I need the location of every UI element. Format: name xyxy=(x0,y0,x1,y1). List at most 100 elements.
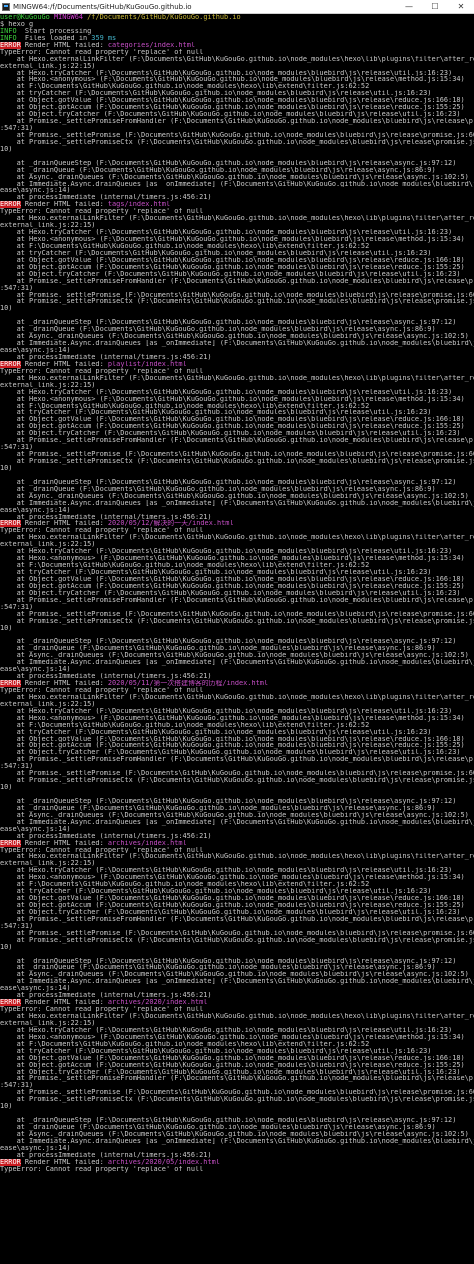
line-text: at processImmediate (internal/timers.js:… xyxy=(0,194,212,202)
terminal-line: at _drainQueue (F:\Documents\GitHub\KuGo… xyxy=(0,964,474,971)
line-text: 10) xyxy=(0,784,13,791)
error-badge: ERROR xyxy=(0,999,21,1007)
line-text: external_link.js:22:15) xyxy=(0,541,96,549)
terminal-line: at _drainQueueStep (F:\Documents\GitHub\… xyxy=(0,798,474,805)
terminal-line: external_link.js:22:15) xyxy=(0,382,474,389)
info-tag: INFO xyxy=(0,34,17,42)
line-text: at F:\Documents\GitHub\KuGouGo.github.io… xyxy=(0,721,370,729)
terminal-line: at Object.tryCatcher (F:\Documents\GitHu… xyxy=(0,111,474,118)
terminal-line: at tryCatcher (F:\Documents\GitHub\KuGou… xyxy=(0,729,474,736)
terminal-line: :547:31) xyxy=(0,1082,474,1089)
terminal-line: ease\async.js:14) xyxy=(0,507,474,514)
terminal-line: at Promise._settlePromiseFromHandler (F:… xyxy=(0,437,474,444)
terminal-line: at Object.tryCatcher (F:\Documents\GitHu… xyxy=(0,271,474,278)
line-text: at Hexo.tryCatcher (F:\Documents\GitHub\… xyxy=(0,548,453,556)
error-badge: ERROR xyxy=(0,360,21,368)
line-text: Render HTML failed: xyxy=(20,360,108,368)
terminal-line: TypeError: Cannot read property 'replace… xyxy=(0,49,474,56)
terminal-line: at Promise._settlePromiseCtx (F:\Documen… xyxy=(0,298,474,305)
line-text: at Object.gotAccum (F:\Documents\GitHub\… xyxy=(0,104,465,112)
line-text: at Object.gotValue (F:\Documents\GitHub\… xyxy=(0,895,465,902)
line-text: at Object.tryCatcher (F:\Documents\GitHu… xyxy=(0,1068,461,1076)
line-text: at Object.tryCatcher (F:\Documents\GitHu… xyxy=(0,270,461,278)
line-text: at Promise._settlePromise (F:\Documents\… xyxy=(0,929,474,937)
line-text: external_link.js:22:15) xyxy=(0,222,96,230)
line-text: at tryCatcher (F:\Documents\GitHub\KuGou… xyxy=(0,90,432,98)
line-text: :547:31) xyxy=(0,603,34,611)
terminal-line: at Promise._settlePromiseCtx (F:\Documen… xyxy=(0,777,474,784)
line-text: at Hexo.<anonymous> (F:\Documents\GitHub… xyxy=(0,1033,465,1041)
line-text: at Promise._settlePromiseCtx (F:\Documen… xyxy=(0,138,474,146)
line-text: at Promise._settlePromiseCtx (F:\Documen… xyxy=(0,458,474,465)
terminal-line: at Async._drainQueues (F:\Documents\GitH… xyxy=(0,652,474,659)
line-text: at Async._drainQueues (F:\Documents\GitH… xyxy=(0,811,469,819)
line-text: at _drainQueueStep (F:\Documents\GitHub\… xyxy=(0,478,457,486)
terminal-line: INFO Start processing xyxy=(0,28,474,35)
terminal-line: at Hexo.externalLinkFilter (F:\Documents… xyxy=(0,1013,474,1020)
terminal-line: external_link.js:22:15) xyxy=(0,222,474,229)
line-text: 10) xyxy=(0,145,13,153)
line-text: at _drainQueue (F:\Documents\GitHub\KuGo… xyxy=(0,645,436,653)
failed-file-path: playlist/index.html xyxy=(107,360,187,368)
terminal-line: at processImmediate (internal/timers.js:… xyxy=(0,833,474,840)
prompt-env: MINGW64 xyxy=(53,14,83,21)
terminal-line: at Promise._settlePromise (F:\Documents\… xyxy=(0,930,474,937)
terminal-line: ERROR Render HTML failed: playlist/index… xyxy=(0,360,474,368)
failed-file-path: archives/index.html xyxy=(107,839,187,847)
terminal-line: TypeError: Cannot read property 'replace… xyxy=(0,527,474,534)
terminal-line: at Promise._settlePromiseFromHandler (F:… xyxy=(0,916,474,923)
terminal-line: at Promise._settlePromise (F:\Documents\… xyxy=(0,292,474,299)
error-badge: ERROR xyxy=(0,520,21,528)
maximize-button[interactable]: ☐ xyxy=(422,0,448,13)
terminal-line: TypeError: Cannot read property 'replace… xyxy=(0,1166,474,1173)
line-text: at F:\Documents\GitHub\KuGouGo.github.io… xyxy=(0,83,370,91)
line-text: Render HTML failed: xyxy=(20,201,108,209)
terminal-line: at Promise._settlePromiseFromHandler (F:… xyxy=(0,118,474,125)
line-text: ease\async.js:14) xyxy=(0,825,71,833)
terminal-line: at Promise._settlePromise (F:\Documents\… xyxy=(0,770,474,777)
terminal-line: at tryCatcher (F:\Documents\GitHub\KuGou… xyxy=(0,1048,474,1055)
terminal-output[interactable]: user@KuGouGo MINGW64 /f/Documents/GitHub… xyxy=(0,14,474,1264)
terminal-line: at Promise._settlePromiseCtx (F:\Documen… xyxy=(0,458,474,465)
terminal-line: at Hexo.tryCatcher (F:\Documents\GitHub\… xyxy=(0,1027,474,1034)
line-text: at tryCatcher (F:\Documents\GitHub\KuGou… xyxy=(0,249,432,257)
terminal-line: at Object.gotValue (F:\Documents\GitHub\… xyxy=(0,416,474,423)
terminal-line: 10) xyxy=(0,784,474,791)
terminal-line: at _drainQueue (F:\Documents\GitHub\KuGo… xyxy=(0,167,474,174)
line-text: at Hexo.externalLinkFilter (F:\Documents… xyxy=(0,693,474,701)
terminal-line: :547:31) xyxy=(0,763,474,770)
line-text: ease\async.js:14) xyxy=(0,985,71,993)
line-text: at Object.gotValue (F:\Documents\GitHub\… xyxy=(0,1054,465,1062)
line-text: ease\async.js:14) xyxy=(0,506,71,514)
terminal-line: at Object.gotAccum (F:\Documents\GitHub\… xyxy=(0,423,474,430)
terminal-line: at Object.tryCatcher (F:\Documents\GitHu… xyxy=(0,590,474,597)
line-text: Render HTML failed: xyxy=(20,41,108,49)
line-text: at Async._drainQueues (F:\Documents\GitH… xyxy=(0,971,469,979)
line-text: at processImmediate (internal/timers.js:… xyxy=(0,673,212,680)
terminal-line: external_link.js:22:15) xyxy=(0,1020,474,1027)
terminal-line: at Promise._settlePromiseCtx (F:\Documen… xyxy=(0,618,474,625)
terminal-line: ERROR Render HTML failed: categories/ind… xyxy=(0,41,474,49)
line-text: at _drainQueueStep (F:\Documents\GitHub\… xyxy=(0,638,457,646)
line-text: :547:31) xyxy=(0,125,34,132)
terminal-line: at Hexo.<anonymous> (F:\Documents\GitHub… xyxy=(0,76,474,83)
close-button[interactable]: ✕ xyxy=(448,0,474,13)
line-text: at processImmediate (internal/timers.js:… xyxy=(0,832,212,840)
line-text: at Object.tryCatcher (F:\Documents\GitHu… xyxy=(0,749,461,757)
line-text: Files loaded in xyxy=(16,34,92,42)
terminal-line: at F:\Documents\GitHub\KuGouGo.github.io… xyxy=(0,722,474,729)
terminal-line: at Hexo.externalLinkFilter (F:\Documents… xyxy=(0,534,474,541)
minimize-button[interactable]: — xyxy=(396,0,422,13)
terminal-line: ease\async.js:14) xyxy=(0,1145,474,1152)
terminal-line: at Immediate.Async.drainQueues [as _onIm… xyxy=(0,978,474,985)
info-tag: INFO xyxy=(0,27,17,35)
terminal-line: TypeError: Cannot read property 'replace… xyxy=(0,687,474,694)
terminal-line: at Hexo.tryCatcher (F:\Documents\GitHub\… xyxy=(0,708,474,715)
line-text: at _drainQueueStep (F:\Documents\GitHub\… xyxy=(0,319,457,327)
terminal-line: at Hexo.externalLinkFilter (F:\Documents… xyxy=(0,694,474,701)
terminal-line: 10) xyxy=(0,1103,474,1110)
line-text: at Promise._settlePromiseCtx (F:\Documen… xyxy=(0,936,474,944)
terminal-line: at Hexo.tryCatcher (F:\Documents\GitHub\… xyxy=(0,867,474,874)
line-text: at Promise._settlePromise (F:\Documents\… xyxy=(0,1089,474,1097)
window-title-bar[interactable]: MINGW64:/f/Documents/GitHub/KuGouGo.gith… xyxy=(0,0,474,14)
